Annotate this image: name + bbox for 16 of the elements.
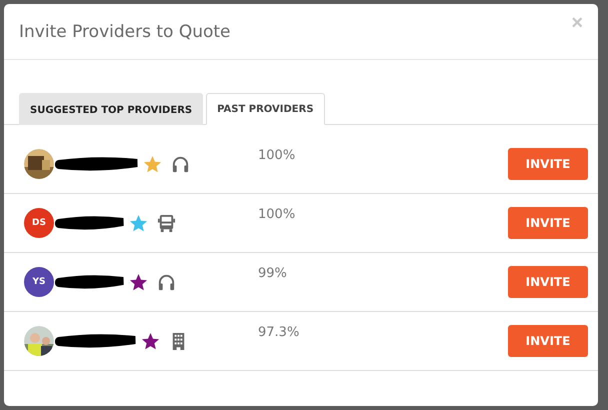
truck-icon [157,214,176,232]
tab[interactable]: SUGGESTED TOP PROVIDERS [19,93,204,125]
invite-button[interactable]: INVITE [508,207,588,239]
rating-text: 97.3% [258,325,300,340]
headset-icon [157,272,176,292]
rating-text: 100% [258,207,296,222]
rating-text: 99% [258,266,287,281]
headset-icon [171,154,190,174]
avatar: DS [24,208,54,238]
invite-button[interactable]: INVITE [508,148,588,180]
rating-text: 100% [258,148,296,163]
avatar: YS [24,267,54,297]
dialog-title: Invite Providers to Quote [19,22,231,42]
invite-button[interactable]: INVITE [508,266,588,298]
invite-button[interactable]: INVITE [508,325,588,357]
tab[interactable]: PAST PROVIDERS [206,93,325,125]
